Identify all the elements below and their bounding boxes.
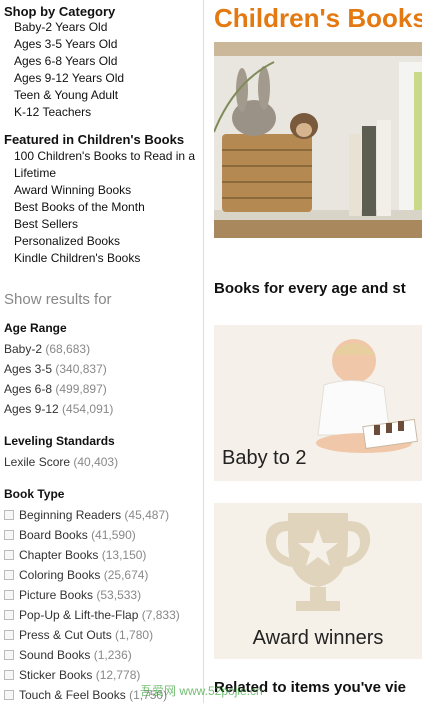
filter-label: Coloring Books <box>19 568 101 582</box>
filter-count: (499,897) <box>55 382 107 396</box>
filter-count: (68,683) <box>45 342 91 356</box>
age-range-title: Age Range <box>4 321 67 335</box>
filter-count: (340,837) <box>55 362 107 376</box>
featured-link-kindle[interactable]: Kindle Children's Books <box>14 250 200 267</box>
checkbox[interactable] <box>4 590 14 600</box>
filter-label: Ages 3-5 <box>4 362 53 376</box>
page-title: Children's Books <box>214 3 422 33</box>
featured-link-100-books[interactable]: 100 Children's Books to Read in a Lifeti… <box>14 148 200 182</box>
checkbox[interactable] <box>4 670 14 680</box>
hero-banner-image[interactable] <box>214 42 422 238</box>
tile-label-baby: Baby to 2 <box>222 447 307 469</box>
section-subtitle: Books for every age and st <box>214 280 406 297</box>
book-type-chapter-books[interactable]: Chapter Books (13,150) <box>4 548 146 562</box>
filter-label: Sticker Books <box>19 668 93 682</box>
tile-award-winners[interactable]: Award winners <box>214 503 422 659</box>
filter-label: Ages 6-8 <box>4 382 53 396</box>
filter-age-9-12[interactable]: Ages 9-12 (454,091) <box>4 402 113 416</box>
show-results-heading: Show results for <box>4 291 112 308</box>
book-type-press-cut-outs[interactable]: Press & Cut Outs (1,780) <box>4 628 153 642</box>
shop-by-category-title: Shop by Category <box>4 4 116 19</box>
category-link-ages-6-8[interactable]: Ages 6-8 Years Old <box>14 54 117 68</box>
category-link-teachers[interactable]: K-12 Teachers <box>14 105 91 119</box>
filter-count: (25,674) <box>103 568 149 582</box>
filter-label: Lexile Score <box>4 455 71 469</box>
tile-label-award: Award winners <box>252 627 384 649</box>
filter-age-baby-2[interactable]: Baby-2 (68,683) <box>4 342 90 356</box>
featured-title: Featured in Children's Books <box>4 132 185 147</box>
tile-baby-to-2[interactable]: Baby to 2 <box>214 325 422 481</box>
hero-illustration <box>214 42 422 238</box>
checkbox[interactable] <box>4 570 14 580</box>
watermark: 吾爱网 www.52pojie.cn <box>140 684 263 698</box>
category-link-ages-9-12[interactable]: Ages 9-12 Years Old <box>14 71 124 85</box>
checkbox[interactable] <box>4 510 14 520</box>
filter-label: Press & Cut Outs <box>19 628 112 642</box>
filter-lexile[interactable]: Lexile Score (40,403) <box>4 455 118 469</box>
filter-count: (1,236) <box>93 648 132 662</box>
filter-label: Beginning Readers <box>19 508 122 522</box>
book-type-sticker-books[interactable]: Sticker Books (12,778) <box>4 668 140 682</box>
filter-count: (12,778) <box>95 668 141 682</box>
filter-count: (53,533) <box>96 588 142 602</box>
filter-count: (1,780) <box>115 628 154 642</box>
filter-label: Baby-2 <box>4 342 43 356</box>
filter-label: Sound Books <box>19 648 91 662</box>
book-type-beginning-readers[interactable]: Beginning Readers (45,487) <box>4 508 169 522</box>
book-type-coloring-books[interactable]: Coloring Books (25,674) <box>4 568 148 582</box>
filter-label: Board Books <box>19 528 88 542</box>
book-type-picture-books[interactable]: Picture Books (53,533) <box>4 588 141 602</box>
filter-label: Ages 9-12 <box>4 402 59 416</box>
featured-link-personalized[interactable]: Personalized Books <box>14 233 200 250</box>
book-type-title: Book Type <box>4 487 65 501</box>
filter-count: (40,403) <box>73 455 119 469</box>
filter-label: Pop-Up & Lift-the-Flap <box>19 608 139 622</box>
filter-count: (7,833) <box>141 608 180 622</box>
checkbox[interactable] <box>4 610 14 620</box>
filter-age-3-5[interactable]: Ages 3-5 (340,837) <box>4 362 107 376</box>
book-type-board-books[interactable]: Board Books (41,590) <box>4 528 136 542</box>
checkbox[interactable] <box>4 650 14 660</box>
checkbox[interactable] <box>4 690 14 700</box>
filter-count: (13,150) <box>101 548 147 562</box>
main-content: Children's Books Books for every age and… <box>204 0 422 703</box>
filter-label: Chapter Books <box>19 548 99 562</box>
filter-count: (454,091) <box>62 402 114 416</box>
left-nav: Shop by Category Baby-2 Years Old Ages 3… <box>0 0 203 703</box>
book-type-sound-books[interactable]: Sound Books (1,236) <box>4 648 132 662</box>
leveling-title: Leveling Standards <box>4 434 115 448</box>
filter-count: (41,590) <box>91 528 136 542</box>
book-type-pop-up[interactable]: Pop-Up & Lift-the-Flap (7,833) <box>4 608 180 622</box>
checkbox[interactable] <box>4 530 14 540</box>
featured-link-best-month[interactable]: Best Books of the Month <box>14 199 200 216</box>
filter-age-6-8[interactable]: Ages 6-8 (499,897) <box>4 382 107 396</box>
checkbox[interactable] <box>4 630 14 640</box>
filter-label: Picture Books <box>19 588 94 602</box>
filter-count: (45,487) <box>124 508 170 522</box>
filter-label: Touch & Feel Books <box>19 688 126 702</box>
category-link-ages-3-5[interactable]: Ages 3-5 Years Old <box>14 37 117 51</box>
featured-link-best-sellers[interactable]: Best Sellers <box>14 216 200 233</box>
category-link-baby-2[interactable]: Baby-2 Years Old <box>14 20 107 34</box>
featured-link-award[interactable]: Award Winning Books <box>14 182 200 199</box>
checkbox[interactable] <box>4 550 14 560</box>
category-link-teen[interactable]: Teen & Young Adult <box>14 88 118 102</box>
